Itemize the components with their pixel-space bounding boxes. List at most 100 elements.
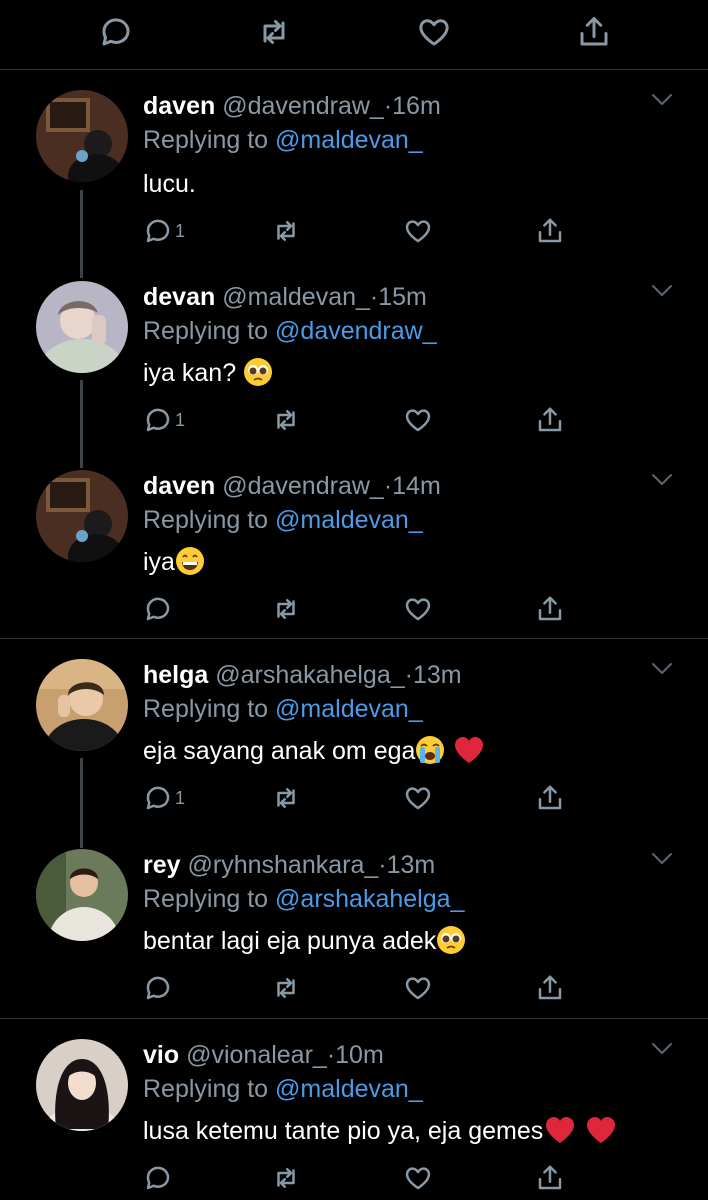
replying-to: Replying to @arshakahelga_ — [143, 883, 464, 915]
tweet-header: rey @ryhnshankara_·13m — [143, 849, 435, 881]
tweet-header: daven @davendraw_·16m — [143, 90, 441, 122]
reply-button[interactable]: 1 — [143, 403, 185, 437]
share-icon — [535, 783, 565, 813]
chevron-down-icon[interactable] — [650, 472, 674, 488]
chevron-down-icon[interactable] — [650, 851, 674, 867]
share-button[interactable] — [535, 971, 565, 1005]
tweet[interactable]: daven @davendraw_·16m Replying to @malde… — [0, 90, 708, 250]
like-icon — [403, 216, 433, 246]
reply-button[interactable]: 1 — [143, 214, 185, 248]
retweet-icon — [271, 973, 301, 1003]
like-icon[interactable] — [416, 14, 452, 50]
handle[interactable]: @ryhnshankara_ — [188, 851, 379, 879]
avatar[interactable] — [36, 90, 128, 182]
retweet-icon — [271, 594, 301, 624]
share-button[interactable] — [535, 403, 565, 437]
share-icon — [535, 973, 565, 1003]
reply-icon[interactable] — [98, 14, 134, 50]
avatar[interactable] — [36, 1039, 128, 1131]
handle[interactable]: @davendraw_ — [222, 472, 384, 500]
reply-button[interactable] — [143, 971, 173, 1005]
display-name[interactable]: daven — [143, 472, 215, 500]
like-button[interactable] — [403, 1161, 433, 1195]
separator: · — [404, 661, 413, 689]
timestamp[interactable]: 14m — [392, 472, 441, 500]
divider — [0, 1018, 708, 1019]
timestamp[interactable]: 10m — [335, 1041, 384, 1069]
chevron-down-icon[interactable] — [650, 92, 674, 108]
retweet-button[interactable] — [271, 971, 301, 1005]
handle[interactable]: @maldevan_ — [222, 283, 370, 311]
reply-button[interactable] — [143, 1161, 173, 1195]
red-heart-emoji — [455, 737, 484, 763]
avatar[interactable] — [36, 659, 128, 751]
handle[interactable]: @arshakahelga_ — [215, 661, 404, 689]
reply-icon — [143, 216, 173, 246]
mention-link[interactable]: @davendraw_ — [275, 317, 437, 345]
share-icon[interactable] — [576, 14, 612, 50]
like-button[interactable] — [403, 781, 433, 815]
like-icon — [403, 1163, 433, 1193]
timestamp[interactable]: 13m — [413, 661, 462, 689]
tweet[interactable]: daven @davendraw_·14m Replying to @malde… — [0, 470, 708, 630]
handle[interactable]: @vionalear_ — [186, 1041, 327, 1069]
reply-button[interactable] — [143, 592, 173, 626]
display-name[interactable]: daven — [143, 92, 215, 120]
mention-link[interactable]: @maldevan_ — [275, 506, 423, 534]
timestamp[interactable]: 13m — [387, 851, 436, 879]
tweet-header: devan @maldevan_·15m — [143, 281, 427, 313]
tweet-text-content: iya kan? — [143, 359, 237, 387]
share-button[interactable] — [535, 781, 565, 815]
share-button[interactable] — [535, 214, 565, 248]
display-name[interactable]: devan — [143, 283, 215, 311]
chevron-down-icon[interactable] — [650, 283, 674, 299]
replying-prefix: Replying to — [143, 126, 276, 154]
tweet[interactable]: devan @maldevan_·15m Replying to @davend… — [0, 281, 708, 441]
tweet[interactable]: helga @arshakahelga_·13m Replying to @ma… — [0, 659, 708, 819]
mention-link[interactable]: @maldevan_ — [275, 695, 423, 723]
display-name[interactable]: rey — [143, 851, 181, 879]
divider — [0, 638, 708, 639]
share-button[interactable] — [535, 592, 565, 626]
mention-link[interactable]: @maldevan_ — [275, 1075, 423, 1103]
mention-link[interactable]: @maldevan_ — [275, 126, 423, 154]
separator: · — [383, 92, 393, 120]
share-button[interactable] — [535, 1161, 565, 1195]
reply-icon — [143, 405, 173, 435]
replying-prefix: Replying to — [143, 695, 276, 723]
retweet-button[interactable] — [271, 403, 301, 437]
retweet-button[interactable] — [271, 781, 301, 815]
like-button[interactable] — [403, 592, 433, 626]
avatar[interactable] — [36, 470, 128, 562]
reply-button[interactable]: 1 — [143, 781, 185, 815]
timestamp[interactable]: 15m — [378, 283, 427, 311]
replying-to: Replying to @maldevan_ — [143, 124, 423, 156]
display-name[interactable]: vio — [143, 1041, 179, 1069]
share-icon — [535, 1163, 565, 1193]
tweet[interactable]: rey @ryhnshankara_·13m Replying to @arsh… — [0, 849, 708, 1009]
handle[interactable]: @davendraw_ — [222, 92, 384, 120]
tweet-actions: 1 — [143, 781, 573, 817]
like-button[interactable] — [403, 214, 433, 248]
retweet-button[interactable] — [271, 592, 301, 626]
tweet-text: iya — [143, 544, 205, 580]
replying-to: Replying to @davendraw_ — [143, 315, 437, 347]
chevron-down-icon[interactable] — [650, 661, 674, 677]
retweet-button[interactable] — [271, 1161, 301, 1195]
separator: · — [369, 283, 379, 311]
replying-to: Replying to @maldevan_ — [143, 1073, 423, 1105]
display-name[interactable]: helga — [143, 661, 208, 689]
like-button[interactable] — [403, 971, 433, 1005]
retweet-button[interactable] — [271, 214, 301, 248]
like-button[interactable] — [403, 403, 433, 437]
timestamp[interactable]: 16m — [392, 92, 441, 120]
avatar[interactable] — [36, 849, 128, 941]
tweet[interactable]: vio @vionalear_·10m Replying to @maldeva… — [0, 1039, 708, 1199]
chevron-down-icon[interactable] — [650, 1041, 674, 1057]
mention-link[interactable]: @arshakahelga_ — [275, 885, 464, 913]
avatar[interactable] — [36, 281, 128, 373]
retweet-icon[interactable] — [256, 14, 292, 50]
replying-to: Replying to @maldevan_ — [143, 504, 423, 536]
tweet-text-content: lucu. — [143, 170, 196, 198]
separator: · — [326, 1041, 336, 1069]
